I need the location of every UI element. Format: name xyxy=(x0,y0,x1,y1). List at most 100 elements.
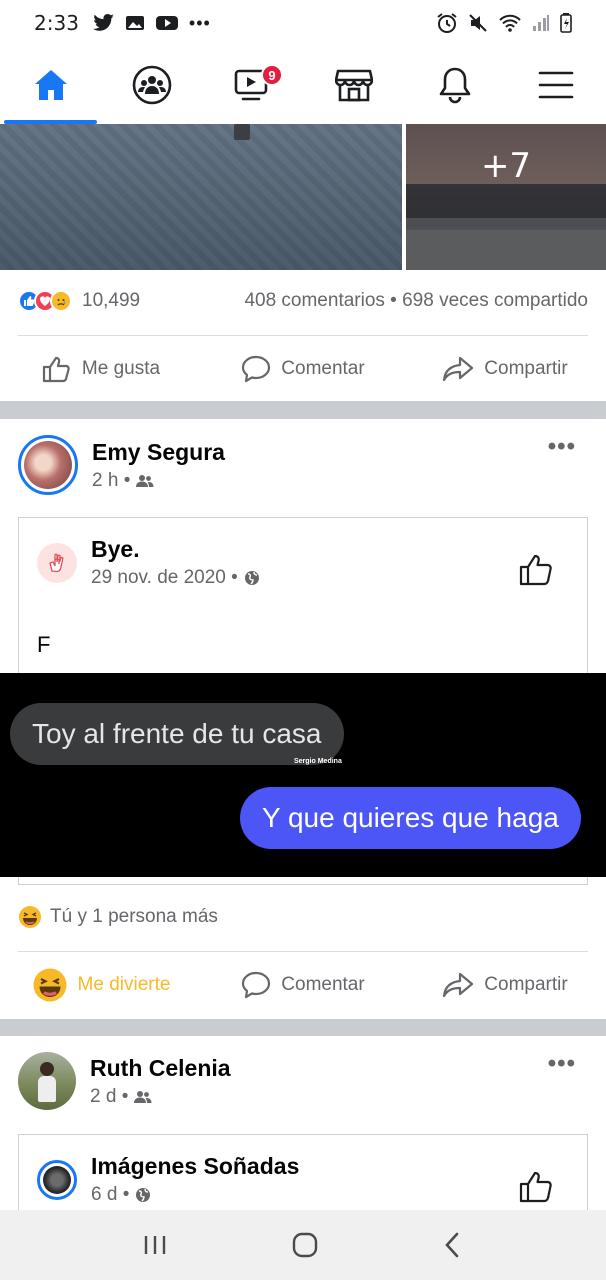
thumbs-up-icon xyxy=(519,1171,552,1203)
page-like-button[interactable] xyxy=(519,552,555,591)
twitter-icon xyxy=(92,14,114,31)
share-label: Compartir xyxy=(484,974,568,995)
thumbs-up-icon xyxy=(519,554,552,586)
gallery-icon xyxy=(125,16,144,30)
post-stats: 10,499 408 comentarios • 698 veces compa… xyxy=(18,286,588,316)
shared-post-border-bottom xyxy=(18,877,588,885)
share-label: Compartir xyxy=(484,358,568,379)
post-actions: Me divierte Comentar Compartir xyxy=(0,957,606,1013)
post-actions: Me gusta Comentar Compartir xyxy=(0,341,606,397)
comment-label: Comentar xyxy=(281,974,365,995)
post-time[interactable]: 2 d • xyxy=(90,1086,128,1108)
post-header: Ruth Celenia 2 d • xyxy=(18,1052,231,1110)
shared-page-name[interactable]: Imágenes Soñadas xyxy=(91,1153,299,1180)
tab-watch[interactable]: 9 xyxy=(202,46,303,124)
tab-marketplace[interactable] xyxy=(303,46,404,124)
share-button[interactable]: Compartir xyxy=(404,971,606,999)
incoming-message: Toy al frente de tu casa xyxy=(10,703,344,765)
thumbs-up-icon xyxy=(42,356,70,383)
shared-post-text: F xyxy=(37,632,51,657)
shared-post-date[interactable]: 6 d • xyxy=(91,1184,129,1206)
author-name[interactable]: Emy Segura xyxy=(92,439,225,466)
tab-home[interactable] xyxy=(0,46,101,124)
main-nav: 9 xyxy=(0,46,606,124)
post-photo[interactable] xyxy=(0,124,402,270)
shared-post[interactable]: Imágenes Soñadas 6 d • xyxy=(18,1134,588,1210)
friends-audience-icon xyxy=(134,1090,152,1103)
post-options-button[interactable]: ••• xyxy=(548,433,576,461)
groups-icon xyxy=(132,65,171,105)
post-time[interactable]: 2 h • xyxy=(92,470,130,492)
marketplace-icon xyxy=(334,69,373,102)
menu-icon xyxy=(538,71,573,99)
back-icon[interactable] xyxy=(441,1231,465,1259)
image-watermark: Sergio Medina xyxy=(294,758,342,765)
shared-post-header: Imágenes Soñadas 6 d • xyxy=(37,1153,299,1206)
alarm-icon xyxy=(437,13,457,33)
tab-menu[interactable] xyxy=(505,46,606,124)
mute-icon xyxy=(469,14,487,32)
author-avatar[interactable] xyxy=(18,435,78,495)
globe-icon xyxy=(244,571,259,585)
comment-icon xyxy=(242,971,271,999)
more-photos-count: +7 xyxy=(480,146,532,186)
reaction-summary[interactable]: Tú y 1 persona más xyxy=(18,905,218,929)
shared-post-meta: 6 d • xyxy=(91,1184,299,1206)
share-icon xyxy=(443,972,474,998)
post-photos: +7 xyxy=(0,124,606,270)
post-card: Ruth Celenia 2 d • ••• Imágenes Soñadas … xyxy=(0,1036,606,1210)
reaction-icons[interactable] xyxy=(18,290,72,312)
post-options-button[interactable]: ••• xyxy=(548,1050,576,1078)
status-bar: 2:33 ••• xyxy=(0,0,606,46)
recent-apps-icon[interactable] xyxy=(141,1233,169,1257)
shared-post-date[interactable]: 29 nov. de 2020 • xyxy=(91,567,238,589)
comment-icon xyxy=(242,355,271,383)
tab-groups[interactable] xyxy=(101,46,202,124)
page-avatar[interactable] xyxy=(37,1159,77,1200)
home-button-icon[interactable] xyxy=(290,1230,320,1260)
shared-post-header: Bye. 29 nov. de 2020 • xyxy=(37,536,260,589)
friends-audience-icon xyxy=(136,474,154,487)
haha-reaction-icon xyxy=(33,968,67,1002)
haha-button[interactable]: Me divierte xyxy=(0,967,202,1003)
post-image[interactable]: Toy al frente de tu casa Sergio Medina Y… xyxy=(0,673,606,877)
comment-button[interactable]: Comentar xyxy=(202,355,404,383)
like-button[interactable]: Me gusta xyxy=(0,355,202,383)
post-card: +7 10,499 408 comentarios • 698 veces co… xyxy=(0,124,606,401)
divider xyxy=(18,335,588,336)
signal-icon xyxy=(533,15,549,31)
post-photo-more[interactable]: +7 xyxy=(406,124,606,270)
comment-button[interactable]: Comentar xyxy=(202,971,404,999)
reacted-by-text: Tú y 1 persona más xyxy=(50,906,218,927)
post-reactions-area: Tú y 1 persona más Me divierte Comentar … xyxy=(0,899,606,1017)
post-meta: 2 h • xyxy=(92,470,225,492)
shared-post[interactable]: Bye. 29 nov. de 2020 • F xyxy=(18,517,588,673)
outgoing-message: Y que quieres que haga xyxy=(240,787,581,849)
system-navigation-bar xyxy=(0,1210,606,1280)
haha-label: Me divierte xyxy=(77,974,171,995)
tab-notifications[interactable] xyxy=(404,46,505,124)
more-dots-icon: ••• xyxy=(188,12,211,33)
status-left-icons: ••• xyxy=(92,12,211,34)
hand-icon xyxy=(49,553,64,572)
comments-shares-count[interactable]: 408 comentarios • 698 veces compartido xyxy=(244,290,588,312)
page-avatar[interactable] xyxy=(37,542,77,583)
bell-icon xyxy=(439,67,470,104)
watch-badge: 9 xyxy=(261,64,283,86)
shared-page-name[interactable]: Bye. xyxy=(91,536,260,563)
status-right-icons xyxy=(436,13,572,33)
author-name[interactable]: Ruth Celenia xyxy=(90,1055,231,1082)
author-avatar[interactable] xyxy=(18,1052,76,1110)
post-meta: 2 d • xyxy=(90,1086,231,1108)
page-like-button[interactable] xyxy=(519,1169,555,1208)
haha-reaction-icon xyxy=(19,906,41,928)
reaction-count[interactable]: 10,499 xyxy=(82,290,140,312)
youtube-icon xyxy=(155,16,178,30)
status-time: 2:33 xyxy=(34,11,79,35)
post-header: Emy Segura 2 h • xyxy=(18,435,225,495)
comment-label: Comentar xyxy=(281,358,365,379)
sad-reaction-icon xyxy=(50,290,72,312)
news-feed[interactable]: +7 10,499 408 comentarios • 698 veces co… xyxy=(0,124,606,1210)
share-button[interactable]: Compartir xyxy=(404,355,606,383)
like-label: Me gusta xyxy=(81,358,161,379)
